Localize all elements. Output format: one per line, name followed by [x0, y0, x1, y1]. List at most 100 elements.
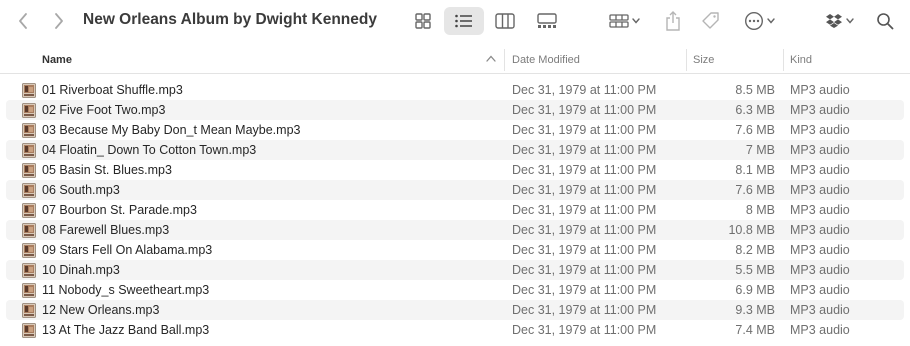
file-name: 05 Basin St. Blues.mp3 — [42, 163, 172, 177]
tag-icon — [702, 12, 719, 29]
file-date-modified: Dec 31, 1979 at 11:00 PM — [512, 183, 657, 197]
file-kind: MP3 audio — [790, 223, 850, 237]
column-header-kind[interactable]: Kind — [790, 47, 812, 73]
file-name: 02 Five Foot Two.mp3 — [42, 103, 166, 117]
column-header-date-modified[interactable]: Date Modified — [512, 47, 580, 73]
file-size: 5.5 MB — [735, 263, 775, 277]
file-kind: MP3 audio — [790, 203, 850, 217]
toolbar: New Orleans Album by Dwight Kennedy — [0, 0, 910, 44]
file-size: 8.1 MB — [735, 163, 775, 177]
file-date-modified: Dec 31, 1979 at 11:00 PM — [512, 123, 657, 137]
icon-view-button[interactable] — [403, 7, 443, 35]
gallery-icon — [537, 13, 557, 28]
file-date-modified: Dec 31, 1979 at 11:00 PM — [512, 223, 657, 237]
mp3-file-icon — [22, 83, 36, 98]
mp3-file-icon — [22, 323, 36, 338]
column-divider[interactable] — [783, 49, 784, 71]
file-kind: MP3 audio — [790, 243, 850, 257]
file-size: 8.2 MB — [735, 243, 775, 257]
chevron-down-icon — [766, 18, 775, 24]
file-date-modified: Dec 31, 1979 at 11:00 PM — [512, 303, 657, 317]
file-name: 01 Riverboat Shuffle.mp3 — [42, 83, 183, 97]
file-row[interactable]: 01 Riverboat Shuffle.mp3 Dec 31, 1979 at… — [6, 80, 904, 100]
group-button[interactable] — [604, 8, 644, 34]
file-row[interactable]: 03 Because My Baby Don_t Mean Maybe.mp3 … — [6, 120, 904, 140]
mp3-file-icon — [22, 183, 36, 198]
file-name: 13 At The Jazz Band Ball.mp3 — [42, 323, 210, 337]
file-size: 10.8 MB — [728, 223, 775, 237]
mp3-file-icon — [22, 303, 36, 318]
file-size: 8.5 MB — [735, 83, 775, 97]
chevron-down-icon — [631, 18, 640, 24]
file-size: 7.6 MB — [735, 183, 775, 197]
file-kind: MP3 audio — [790, 123, 850, 137]
file-row[interactable]: 02 Five Foot Two.mp3 Dec 31, 1979 at 11:… — [6, 100, 904, 120]
action-menu-button[interactable] — [738, 8, 780, 34]
file-size: 9.3 MB — [735, 303, 775, 317]
column-divider[interactable] — [686, 49, 687, 71]
file-row[interactable]: 06 South.mp3 Dec 31, 1979 at 11:00 PM 7.… — [6, 180, 904, 200]
more-options-icon — [744, 11, 763, 31]
file-name: 03 Because My Baby Don_t Mean Maybe.mp3 — [42, 123, 301, 137]
file-row[interactable]: 12 New Orleans.mp3 Dec 31, 1979 at 11:00… — [6, 300, 904, 320]
file-name: 12 New Orleans.mp3 — [42, 303, 160, 317]
file-row[interactable]: 05 Basin St. Blues.mp3 Dec 31, 1979 at 1… — [6, 160, 904, 180]
mp3-file-icon — [22, 203, 36, 218]
column-header: Name Date Modified Size Kind — [0, 47, 910, 74]
columns-icon — [495, 13, 515, 29]
file-date-modified: Dec 31, 1979 at 11:00 PM — [512, 163, 657, 177]
file-row[interactable]: 10 Dinah.mp3 Dec 31, 1979 at 11:00 PM 5.… — [6, 260, 904, 280]
gallery-view-button[interactable] — [527, 7, 567, 35]
dropbox-icon — [825, 14, 842, 28]
file-size: 6.3 MB — [735, 103, 775, 117]
list-view-button[interactable] — [444, 7, 484, 35]
search-button[interactable] — [872, 8, 898, 34]
file-name: 09 Stars Fell On Alabama.mp3 — [42, 243, 213, 257]
mp3-file-icon — [22, 143, 36, 158]
mp3-file-icon — [22, 103, 36, 118]
tags-button[interactable] — [698, 8, 724, 34]
mp3-file-icon — [22, 223, 36, 238]
file-kind: MP3 audio — [790, 263, 850, 277]
mp3-file-icon — [22, 123, 36, 138]
group-icon — [608, 14, 629, 28]
file-name: 08 Farewell Blues.mp3 — [42, 223, 170, 237]
chevron-right-icon — [55, 13, 63, 29]
dropbox-button[interactable] — [818, 8, 860, 34]
file-size: 7.4 MB — [735, 323, 775, 337]
file-date-modified: Dec 31, 1979 at 11:00 PM — [512, 243, 657, 257]
file-row[interactable]: 04 Floatin_ Down To Cotton Town.mp3 Dec … — [6, 140, 904, 160]
chevron-down-icon — [845, 18, 854, 24]
file-kind: MP3 audio — [790, 323, 850, 337]
mp3-file-icon — [22, 243, 36, 258]
column-view-button[interactable] — [485, 7, 525, 35]
chevron-left-icon — [19, 13, 27, 29]
sort-ascending-icon[interactable] — [486, 55, 496, 62]
file-row[interactable]: 07 Bourbon St. Parade.mp3 Dec 31, 1979 a… — [6, 200, 904, 220]
file-date-modified: Dec 31, 1979 at 11:00 PM — [512, 83, 657, 97]
file-kind: MP3 audio — [790, 303, 850, 317]
file-row[interactable]: 09 Stars Fell On Alabama.mp3 Dec 31, 197… — [6, 240, 904, 260]
file-size: 8 MB — [745, 203, 775, 217]
file-name: 10 Dinah.mp3 — [42, 263, 120, 277]
file-date-modified: Dec 31, 1979 at 11:00 PM — [512, 283, 657, 297]
back-button[interactable] — [9, 8, 37, 34]
file-kind: MP3 audio — [790, 103, 850, 117]
file-date-modified: Dec 31, 1979 at 11:00 PM — [512, 203, 657, 217]
mp3-file-icon — [22, 163, 36, 178]
mp3-file-icon — [22, 263, 36, 278]
file-row[interactable]: 08 Farewell Blues.mp3 Dec 31, 1979 at 11… — [6, 220, 904, 240]
share-button[interactable] — [660, 8, 686, 34]
file-row[interactable]: 13 At The Jazz Band Ball.mp3 Dec 31, 197… — [6, 320, 904, 340]
mp3-file-icon — [22, 283, 36, 298]
column-divider[interactable] — [504, 49, 505, 71]
search-icon — [877, 13, 894, 30]
file-size: 6.9 MB — [735, 283, 775, 297]
column-header-name[interactable]: Name — [42, 47, 72, 73]
file-name: 07 Bourbon St. Parade.mp3 — [42, 203, 197, 217]
share-icon — [666, 11, 680, 31]
file-row[interactable]: 11 Nobody_s Sweetheart.mp3 Dec 31, 1979 … — [6, 280, 904, 300]
file-date-modified: Dec 31, 1979 at 11:00 PM — [512, 323, 657, 337]
forward-button[interactable] — [45, 8, 73, 34]
column-header-size[interactable]: Size — [693, 47, 714, 73]
